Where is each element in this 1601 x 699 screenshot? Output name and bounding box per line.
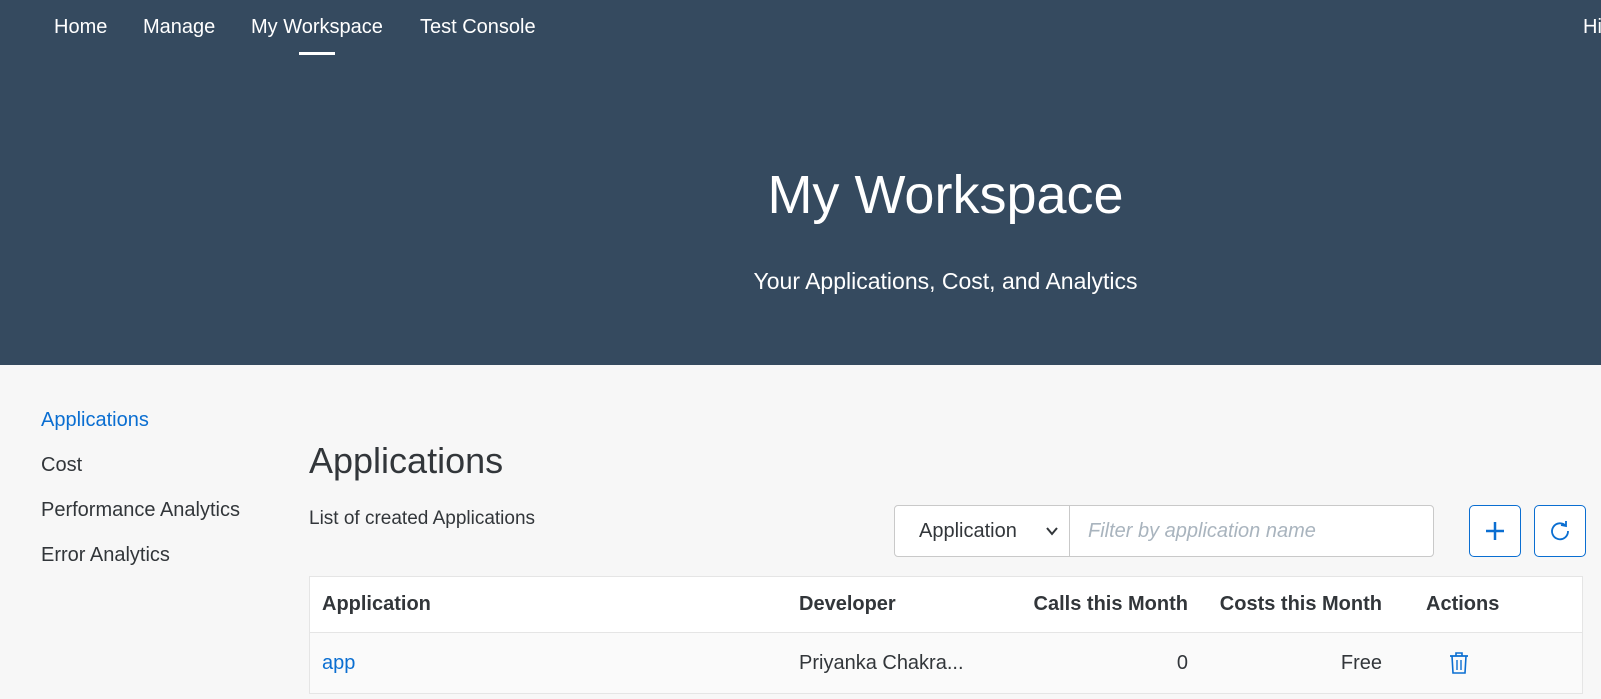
- section-title: Applications: [309, 440, 504, 481]
- costs-cell: Free: [1340, 651, 1382, 674]
- sidebar-item-error-analytics[interactable]: Error Analytics: [41, 540, 240, 585]
- filter-type-select[interactable]: Application: [894, 505, 1070, 557]
- applications-table: Application Developer Calls this Month C…: [309, 576, 1583, 694]
- nav-my-workspace[interactable]: My Workspace: [251, 16, 383, 39]
- column-header-costs[interactable]: Costs this Month: [1220, 577, 1382, 632]
- column-header-calls[interactable]: Calls this Month: [1034, 577, 1188, 632]
- top-navigation: Home Manage My Workspace Test Console Hi: [0, 0, 1601, 60]
- sidebar: Applications Cost Performance Analytics …: [41, 405, 240, 585]
- sidebar-item-cost[interactable]: Cost: [41, 450, 240, 495]
- nav-manage[interactable]: Manage: [143, 16, 215, 39]
- delete-button[interactable]: [1448, 633, 1470, 693]
- section-subtitle: List of created Applications: [309, 508, 536, 529]
- filter-input[interactable]: [1069, 505, 1434, 557]
- sidebar-item-performance-analytics[interactable]: Performance Analytics: [41, 495, 240, 540]
- table-header: Application Developer Calls this Month C…: [310, 577, 1582, 633]
- column-header-actions: Actions: [1426, 593, 1500, 615]
- calls-cell: 0: [1176, 651, 1188, 674]
- refresh-icon: [1551, 521, 1569, 541]
- add-application-button[interactable]: [1469, 505, 1521, 557]
- application-link[interactable]: app: [322, 633, 355, 693]
- page-title: My Workspace: [767, 165, 1124, 225]
- refresh-button[interactable]: [1534, 505, 1586, 557]
- table-row: app Priyanka Chakra... 0 Free: [310, 633, 1582, 693]
- plus-icon: [1486, 522, 1504, 540]
- column-header-developer[interactable]: Developer: [799, 577, 896, 632]
- page-subtitle: Your Applications, Cost, and Analytics: [753, 268, 1138, 294]
- chevron-down-icon: [1046, 527, 1058, 536]
- trash-icon: [1450, 652, 1468, 674]
- column-header-application[interactable]: Application: [322, 577, 431, 632]
- nav-home[interactable]: Home: [54, 16, 107, 39]
- nav-test-console[interactable]: Test Console: [420, 16, 536, 39]
- filter-type-value: Application: [919, 520, 1017, 542]
- developer-cell: Priyanka Chakra...: [799, 651, 964, 674]
- hero-banner: Home Manage My Workspace Test Console Hi…: [0, 0, 1601, 365]
- sidebar-item-applications[interactable]: Applications: [41, 405, 240, 450]
- user-greeting[interactable]: Hi: [1583, 16, 1601, 39]
